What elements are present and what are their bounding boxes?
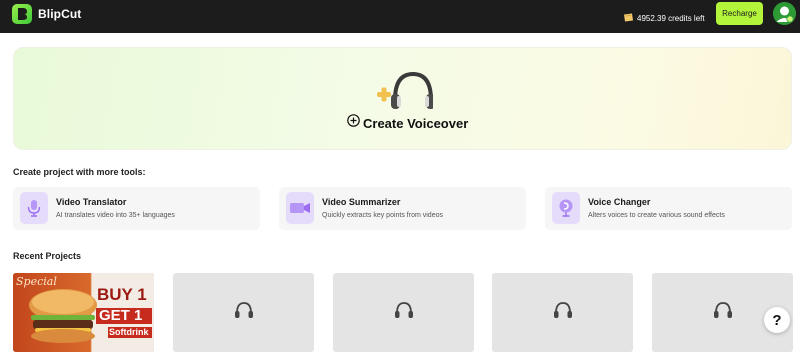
headphones-icon <box>375 70 435 117</box>
blipcut-logo-icon <box>12 4 32 24</box>
thumbnail-text-buy: BUY 1 <box>97 285 147 304</box>
project-thumbnail-burger[interactable]: Special BUY 1 GET 1 Softdrink <box>13 273 154 352</box>
project-card[interactable] <box>492 273 633 352</box>
create-voiceover-button[interactable]: Create Voiceover <box>347 114 468 132</box>
thumbnail-text-get: GET 1 <box>99 307 143 324</box>
tool-card-voice-changer[interactable]: Voice Changer Alters voices to create va… <box>545 187 792 230</box>
recharge-button[interactable]: Recharge <box>716 2 763 25</box>
plus-circle-icon <box>347 114 360 132</box>
app-logo[interactable]: BlipCut <box>12 4 81 24</box>
tool-title: Video Translator <box>56 197 127 207</box>
headphones-icon <box>553 301 573 324</box>
tool-description: Quickly extracts key points from videos <box>322 212 443 219</box>
tool-description: AI translates video into 35+ languages <box>56 212 175 219</box>
top-bar: BlipCut 4952.39 credits left Recharge <box>0 0 800 33</box>
app-name: BlipCut <box>38 7 82 21</box>
voice-change-icon <box>552 192 580 224</box>
tool-description: Alters voices to create various sound ef… <box>588 212 725 219</box>
help-button[interactable]: ? <box>764 307 790 333</box>
project-card[interactable] <box>173 273 314 352</box>
user-avatar[interactable] <box>773 2 796 25</box>
credits-text: 4952.39 credits left <box>637 13 705 23</box>
tool-card-video-summarizer[interactable]: Video Summarizer Quickly extracts key po… <box>279 187 526 230</box>
tool-title: Video Summarizer <box>322 197 401 207</box>
microphone-icon <box>20 192 48 224</box>
thumbnail-text-special: Special <box>16 275 57 288</box>
headphones-icon <box>234 301 254 324</box>
user-avatar-icon <box>773 2 796 25</box>
tool-title: Voice Changer <box>588 197 651 207</box>
thumbnail-text-softdrink: Softdrink <box>109 327 149 337</box>
headphones-icon <box>394 301 414 324</box>
tool-card-video-translator[interactable]: Video Translator AI translates video int… <box>13 187 260 230</box>
tools-section-title: Create project with more tools: <box>13 167 146 177</box>
recent-projects-title: Recent Projects <box>13 251 82 261</box>
video-play-icon <box>286 192 314 224</box>
headphones-icon <box>713 301 733 324</box>
create-voiceover-label: Create Voiceover <box>363 115 469 131</box>
question-mark-icon: ? <box>772 311 782 329</box>
credits-indicator[interactable]: 4952.39 credits left <box>623 9 705 27</box>
project-card[interactable] <box>333 273 474 352</box>
ticket-icon <box>623 9 634 27</box>
